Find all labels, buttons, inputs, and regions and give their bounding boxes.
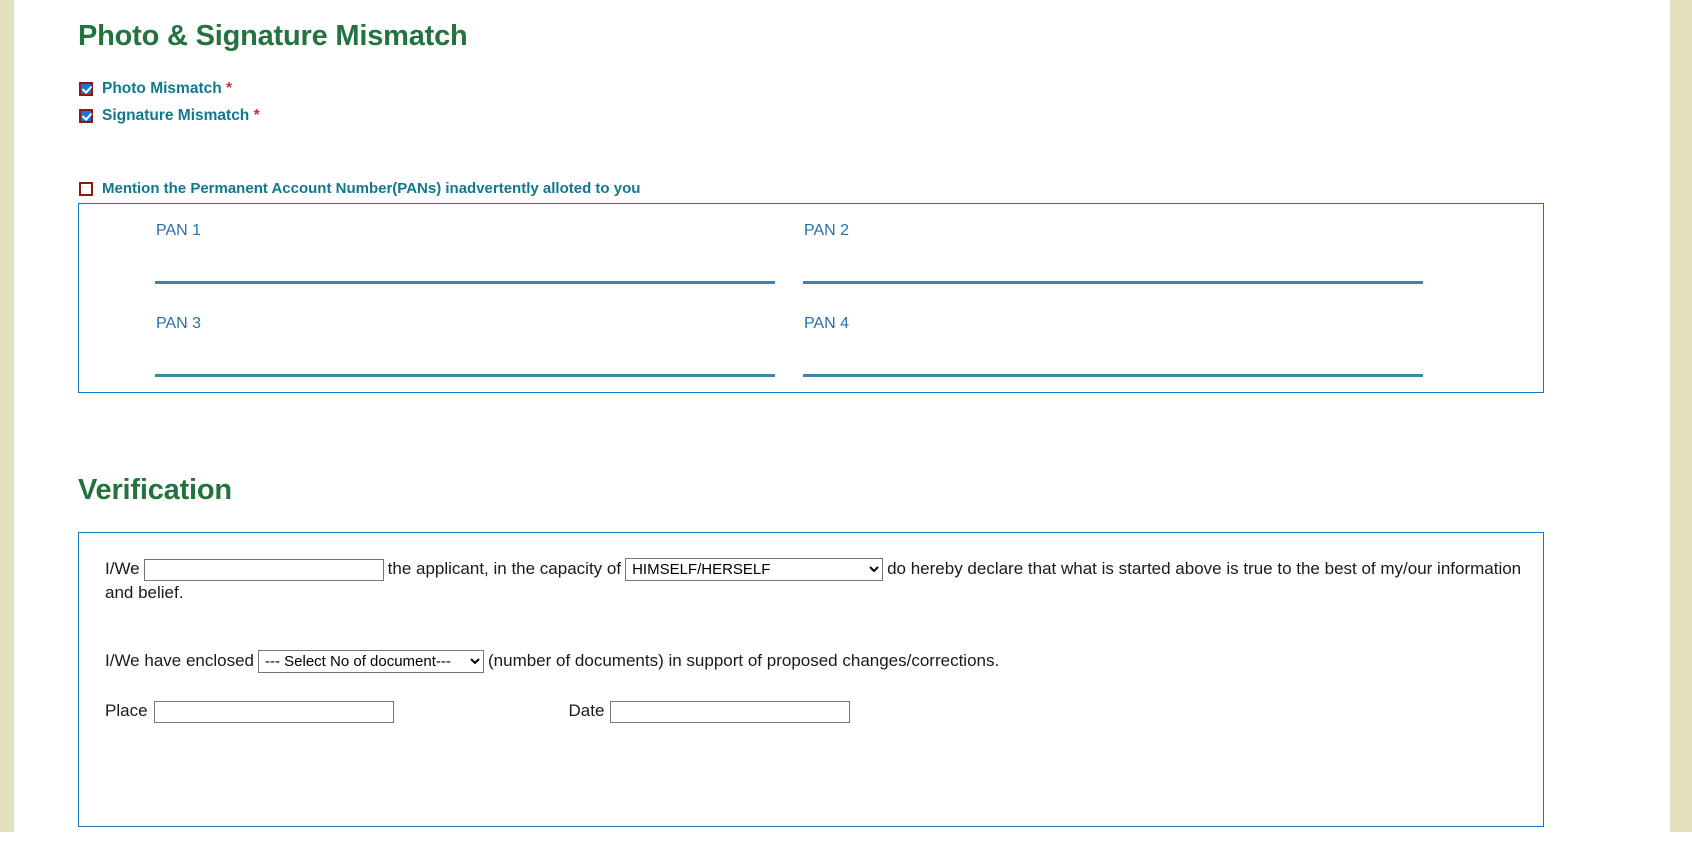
pan-3-field: PAN 3 — [155, 315, 775, 377]
form-page: Photo & Signature Mismatch Photo Mismatc… — [14, 0, 1670, 862]
pan-4-field: PAN 4 — [803, 315, 1423, 377]
photo-mismatch-label: Photo Mismatch * — [102, 80, 232, 98]
pan-1-field: PAN 1 — [155, 222, 775, 284]
applicant-name-input[interactable] — [143, 558, 384, 581]
pan-1-input[interactable] — [155, 240, 775, 284]
photo-signature-section-heading: Photo & Signature Mismatch — [78, 20, 468, 52]
pan-fields-panel: PAN 1 PAN 2 PAN 3 PAN 4 — [78, 203, 1544, 393]
document-count-select[interactable]: --- Select No of document--- — [258, 649, 484, 673]
enclosure-suffix: (number of documents) in support of prop… — [488, 650, 1000, 670]
pan-4-label: PAN 4 — [804, 315, 850, 332]
signature-mismatch-label: Signature Mismatch * — [102, 107, 260, 125]
date-label: Date — [568, 701, 605, 721]
pan-2-field: PAN 2 — [803, 222, 1423, 284]
pan-3-label: PAN 3 — [156, 315, 202, 332]
page-gutter-left — [0, 0, 14, 832]
page-gutter-right — [1670, 0, 1692, 832]
mention-pans-label: Mention the Permanent Account Number(PAN… — [102, 180, 641, 197]
signature-mismatch-label-text: Signature Mismatch — [102, 107, 250, 124]
capacity-select[interactable]: HIMSELF/HERSELF — [625, 558, 884, 582]
declaration-line: I/We the applicant, in the capacity of HIM… — [105, 557, 1523, 605]
verification-section-heading: Verification — [78, 474, 232, 506]
photo-mismatch-label-text: Photo Mismatch — [102, 80, 222, 97]
enclosure-line: I/We have enclosed --- Select No of docum… — [105, 649, 1523, 673]
signature-mismatch-checkbox[interactable] — [79, 109, 93, 123]
enclosure-prefix: I/We have enclosed — [105, 650, 254, 670]
place-label: Place — [105, 701, 148, 721]
verification-body: I/We the applicant, in the capacity of HIM… — [105, 557, 1523, 673]
declaration-middle-text: the applicant, in the capacity of — [387, 559, 622, 578]
pan-4-input[interactable] — [803, 333, 1423, 377]
declaration-prefix: I/We — [105, 559, 140, 578]
pan-2-input[interactable] — [803, 240, 1423, 284]
place-date-row: Place Date — [105, 701, 1569, 723]
date-input[interactable] — [610, 701, 851, 723]
pan-1-label: PAN 1 — [156, 222, 202, 239]
place-group: Place — [105, 701, 394, 723]
pan-3-input[interactable] — [155, 333, 775, 377]
photo-mismatch-required-marker: * — [226, 80, 233, 97]
photo-mismatch-checkbox[interactable] — [79, 82, 93, 96]
verification-panel: I/We the applicant, in the capacity of HIM… — [78, 532, 1544, 827]
mention-pans-checkbox[interactable] — [79, 181, 93, 196]
pan-2-label: PAN 2 — [804, 222, 850, 239]
mention-pans-row[interactable]: Mention the Permanent Account Number(PAN… — [79, 180, 640, 197]
place-input[interactable] — [153, 701, 394, 723]
signature-mismatch-row[interactable]: Signature Mismatch * — [79, 107, 260, 125]
date-group: Date — [568, 701, 851, 723]
photo-mismatch-row[interactable]: Photo Mismatch * — [79, 80, 232, 98]
signature-mismatch-required-marker: * — [253, 107, 260, 124]
